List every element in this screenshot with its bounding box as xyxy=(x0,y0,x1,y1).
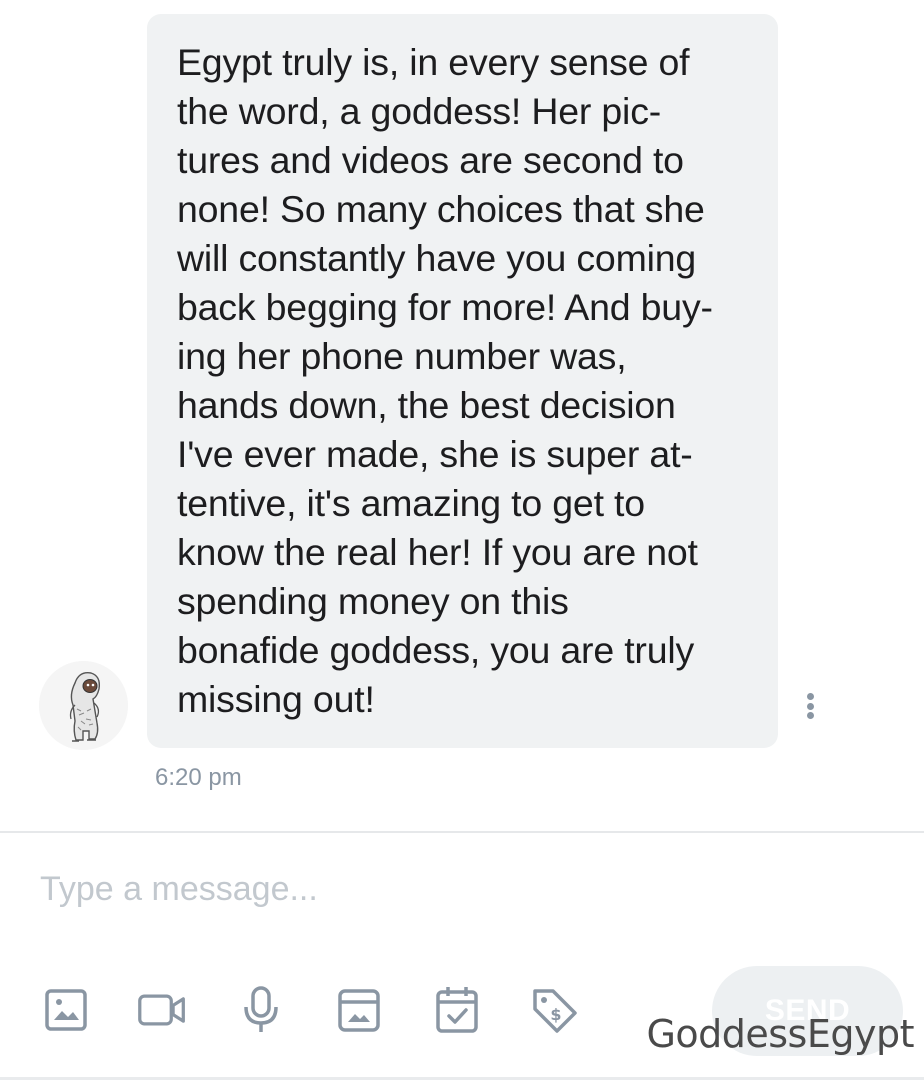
message-line: Egypt truly is, in every sense of xyxy=(177,41,690,83)
message-input[interactable] xyxy=(40,866,660,912)
more-options-icon[interactable] xyxy=(798,688,822,724)
message-line: spending money on this xyxy=(177,580,569,622)
avatar[interactable] xyxy=(39,661,128,750)
kebab-dot xyxy=(806,702,814,710)
message-line: ing her phone number was, xyxy=(177,335,627,377)
avatar-illustration xyxy=(39,661,128,750)
svg-text:$: $ xyxy=(550,1005,561,1024)
message-line: back begging for more! And buy- xyxy=(177,286,713,328)
message-line: tures and videos are second to xyxy=(177,139,684,181)
message-line: missing out! xyxy=(177,678,375,720)
microphone-icon[interactable] xyxy=(236,985,286,1035)
chat-screen: Egypt truly is, in every sense of the wo… xyxy=(0,0,924,1080)
composer-divider xyxy=(0,831,924,833)
kebab-dot xyxy=(806,712,814,719)
message-timestamp: 6:20 pm xyxy=(155,764,242,791)
message-line: hands down, the best decision xyxy=(177,384,676,426)
price-tag-icon[interactable]: $ xyxy=(529,985,579,1035)
message-line: tentive, it's amazing to get to xyxy=(177,482,645,524)
message-line: will constantly have you coming xyxy=(177,237,697,279)
message-line: none! So many choices that she xyxy=(177,188,705,230)
kebab-dot xyxy=(806,693,814,700)
image-icon[interactable] xyxy=(41,985,91,1035)
video-icon[interactable] xyxy=(137,985,187,1035)
message-line: know the real her! If you are not xyxy=(177,531,698,573)
message-line: the word, a goddess! Her pic- xyxy=(177,90,662,132)
message-line: I've ever made, she is super at- xyxy=(177,433,693,475)
message-line: bonafide goddess, you are truly xyxy=(177,629,695,671)
media-vault-icon[interactable] xyxy=(334,985,384,1035)
schedule-icon[interactable] xyxy=(432,985,482,1035)
message-bubble[interactable]: Egypt truly is, in every sense of the wo… xyxy=(147,14,778,748)
watermark: GoddessEgypt xyxy=(646,1012,914,1056)
